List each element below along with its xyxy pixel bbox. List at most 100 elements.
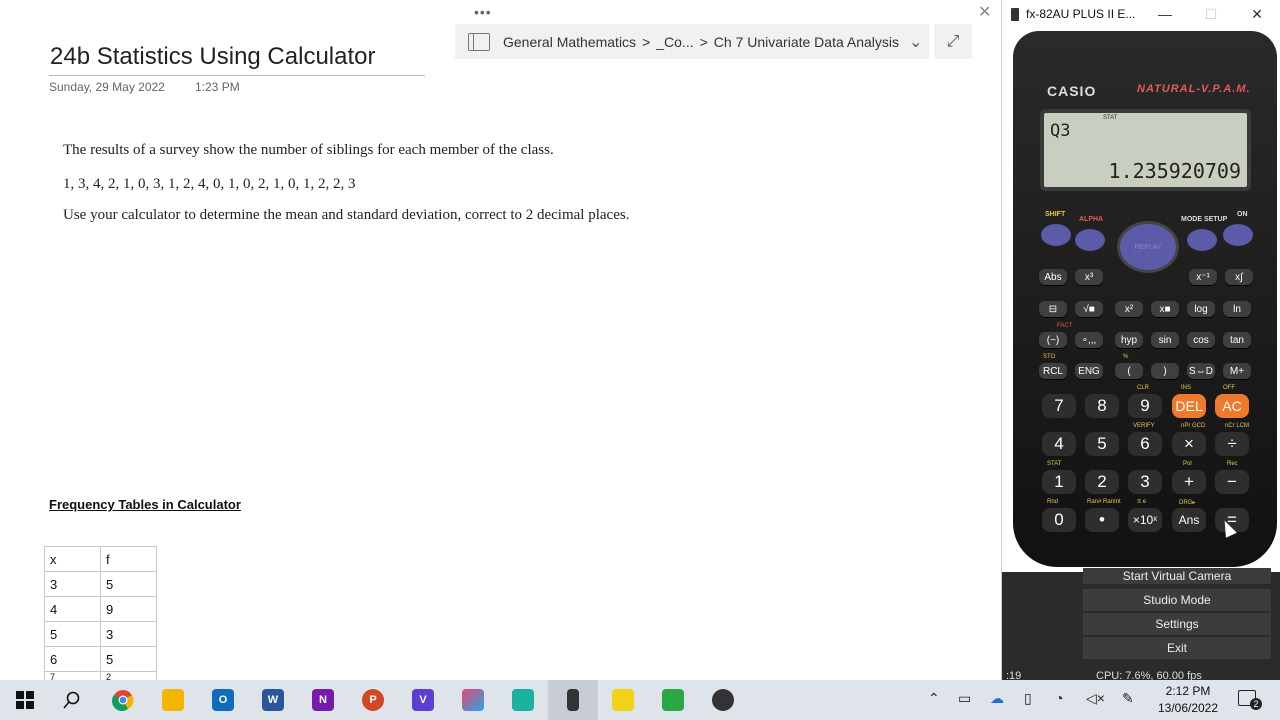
key-8[interactable]: 8 (1085, 394, 1119, 418)
key-3[interactable]: 3 (1128, 470, 1162, 494)
close-icon[interactable]: ✕ (978, 2, 991, 22)
calculator-titlebar[interactable]: fx-82AU PLUS II E... — ☐ ✕ (1005, 0, 1280, 28)
chrome-icon[interactable] (98, 680, 148, 720)
table-cell[interactable]: 5 (44, 621, 101, 647)
rcl-key[interactable]: RCL (1039, 363, 1067, 379)
negative-key[interactable]: (−) (1039, 332, 1067, 348)
square-key[interactable]: x² (1115, 301, 1143, 317)
sin-key[interactable]: sin (1151, 332, 1179, 348)
table-cell[interactable]: 5 (100, 571, 157, 597)
search-icon[interactable] (47, 680, 97, 720)
key-2[interactable]: 2 (1085, 470, 1119, 494)
fraction-key[interactable]: ⊟ (1039, 301, 1067, 317)
table-cell[interactable]: 5 (100, 646, 157, 672)
cos-key[interactable]: cos (1187, 332, 1215, 348)
key-7[interactable]: 7 (1042, 394, 1076, 418)
left-paren-key[interactable]: ( (1115, 363, 1143, 379)
integral-key[interactable]: x∫ (1225, 269, 1253, 285)
breadcrumb-page[interactable]: Ch 7 Univariate Data Analysis (714, 34, 899, 50)
key-9[interactable]: 9 (1128, 394, 1162, 418)
multiply-key[interactable]: × (1172, 432, 1206, 456)
ans-key[interactable]: Ans (1172, 508, 1206, 532)
file-explorer-icon[interactable] (148, 680, 198, 720)
right-paren-key[interactable]: ) (1151, 363, 1179, 379)
table-header-cell[interactable]: x (44, 546, 101, 572)
table-cell[interactable]: 3 (100, 621, 157, 647)
start-icon[interactable] (0, 680, 50, 720)
survey-text[interactable]: The results of a survey show the number … (63, 142, 554, 159)
key-0[interactable]: 0 (1042, 508, 1076, 532)
chevron-down-icon[interactable]: ⌄ (909, 32, 922, 52)
studio-mode-button[interactable]: Studio Mode (1083, 589, 1271, 611)
table-header-cell[interactable]: f (100, 546, 157, 572)
more-options-icon[interactable]: ••• (474, 4, 492, 20)
shift-button[interactable] (1041, 224, 1071, 246)
divide-key[interactable]: ÷ (1215, 432, 1249, 456)
pen-workspace-icon[interactable]: ✎ (1122, 690, 1134, 707)
powerpoint-icon[interactable]: P (348, 680, 398, 720)
app-v-icon[interactable]: V (398, 680, 448, 720)
on-button[interactable] (1223, 224, 1253, 246)
degree-key[interactable]: ∘,,, (1075, 332, 1103, 348)
sqrt-key[interactable]: √■ (1075, 301, 1103, 317)
del-key[interactable]: DEL (1172, 394, 1206, 418)
word-icon[interactable]: W (248, 680, 298, 720)
expand-icon[interactable]: ⤢ (934, 24, 972, 59)
subtract-key[interactable]: − (1215, 470, 1249, 494)
key-1[interactable]: 1 (1042, 470, 1076, 494)
replay-dpad[interactable]: REPLAY (1117, 221, 1179, 273)
decimal-key[interactable]: • (1085, 508, 1119, 532)
close-icon[interactable]: ✕ (1234, 6, 1280, 23)
cube-key[interactable]: x³ (1075, 269, 1103, 285)
breadcrumb-section[interactable]: _Co... (656, 34, 693, 50)
sticky-notes-icon[interactable] (598, 680, 648, 720)
log-key[interactable]: log (1187, 301, 1215, 317)
s-to-d-key[interactable]: S⇔D (1187, 363, 1215, 379)
add-key[interactable]: + (1172, 470, 1206, 494)
exit-button[interactable]: Exit (1083, 637, 1271, 659)
eng-key[interactable]: ENG (1075, 363, 1103, 379)
survey-data[interactable]: 1, 3, 4, 2, 1, 0, 3, 1, 2, 4, 0, 1, 0, 2… (63, 176, 356, 193)
alpha-button[interactable] (1075, 229, 1105, 251)
abs-key[interactable]: Abs (1039, 269, 1067, 285)
wifi-icon[interactable]: ◔ (1055, 690, 1063, 706)
taskbar-clock[interactable]: 2:12 PM 13/06/2022 (1150, 683, 1226, 717)
section-heading[interactable]: Frequency Tables in Calculator (49, 497, 241, 512)
m-plus-key[interactable]: M+ (1223, 363, 1251, 379)
page-title[interactable]: 24b Statistics Using Calculator (50, 43, 375, 71)
tan-key[interactable]: tan (1223, 332, 1251, 348)
chevron-up-icon[interactable]: ⌃ (928, 690, 940, 707)
exp10-key[interactable]: ×10ˣ (1128, 508, 1162, 532)
table-cell[interactable]: 6 (44, 646, 101, 672)
frequency-table[interactable]: x f 3 5 4 9 5 3 6 5 7 2 (44, 546, 157, 683)
pen-icon[interactable]: ▯ (1024, 690, 1032, 707)
table-cell[interactable]: 9 (100, 596, 157, 622)
battery-icon[interactable]: ▭ (958, 690, 971, 707)
app-colorful-icon[interactable] (448, 680, 498, 720)
app-green-icon[interactable] (648, 680, 698, 720)
breadcrumb-notebook[interactable]: General Mathematics (503, 34, 636, 50)
volume-icon[interactable]: ◁× (1086, 690, 1105, 707)
settings-button[interactable]: Settings (1083, 613, 1271, 635)
key-6[interactable]: 6 (1128, 432, 1162, 456)
key-4[interactable]: 4 (1042, 432, 1076, 456)
onedrive-icon[interactable]: ☁ (990, 690, 1004, 707)
hyp-key[interactable]: hyp (1115, 332, 1143, 348)
breadcrumb[interactable]: General Mathematics > _Co... > Ch 7 Univ… (455, 24, 929, 59)
mode-button[interactable] (1187, 229, 1217, 251)
instruction-text[interactable]: Use your calculator to determine the mea… (63, 207, 629, 224)
ln-key[interactable]: ln (1223, 301, 1251, 317)
ac-key[interactable]: AC (1215, 394, 1249, 418)
onenote-icon[interactable]: N (298, 680, 348, 720)
minimize-icon[interactable]: — (1142, 6, 1188, 22)
reciprocal-key[interactable]: x⁻¹ (1189, 269, 1217, 285)
table-cell[interactable]: 4 (44, 596, 101, 622)
obs-icon[interactable] (698, 680, 748, 720)
start-virtual-camera-button[interactable]: Start Virtual Camera (1083, 568, 1271, 584)
table-cell[interactable]: 3 (44, 571, 101, 597)
app-teal-icon[interactable] (498, 680, 548, 720)
outlook-icon[interactable]: O (198, 680, 248, 720)
key-5[interactable]: 5 (1085, 432, 1119, 456)
power-key[interactable]: x■ (1151, 301, 1179, 317)
calculator-taskbar-icon[interactable] (548, 680, 598, 720)
